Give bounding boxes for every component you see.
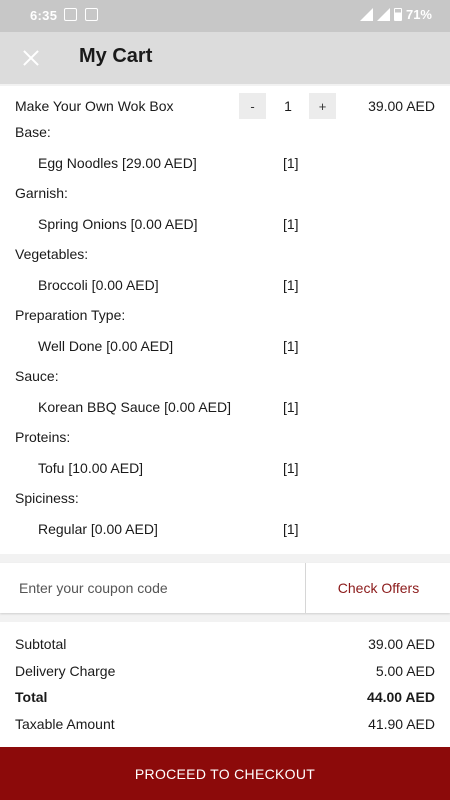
option-label: Preparation Type: [15,307,126,323]
option-label: Garnish: [15,185,68,201]
option-group-base: Base: Egg Noodles [29.00 AED] [1] [0,124,450,184]
option-label: Vegetables: [15,246,89,262]
option-group-preparation-type: Preparation Type: Well Done [0.00 AED] [… [0,307,450,367]
status-bar: 6:35 71% [0,0,450,32]
status-time: 6:35 [30,8,58,23]
option-value: Spring Onions [0.00 AED] [38,216,198,232]
taxable-value: 41.90 AED [368,716,435,732]
battery-percent: 71% [405,7,432,22]
option-qty: [1] [283,216,299,232]
option-label: Proteins: [15,429,71,445]
option-group-spiciness: Spiciness: Regular [0.00 AED] [1] [0,490,450,550]
option-qty: [1] [283,460,299,476]
page-title: My Cart [79,45,153,67]
notification-icons [64,8,98,21]
option-value: Regular [0.00 AED] [38,521,158,537]
subtotal-value: 39.00 AED [368,636,435,652]
option-label: Spiciness: [15,490,79,506]
subtotal-label: Subtotal [15,636,67,652]
total-row: Total 44.00 AED [0,689,450,709]
item-name: Make Your Own Wok Box [15,98,174,114]
option-value: Egg Noodles [29.00 AED] [38,155,197,171]
delivery-label: Delivery Charge [15,663,116,679]
increase-qty-button[interactable]: + [309,93,336,119]
signal-icon [376,8,390,21]
delivery-row: Delivery Charge 5.00 AED [0,663,450,683]
option-qty: [1] [283,277,299,293]
check-offers-button[interactable]: Check Offers [307,563,450,613]
app-bar: My Cart [0,32,450,84]
total-label: Total [15,689,48,705]
coupon-section: Check Offers [0,563,450,613]
proceed-to-checkout-button[interactable]: PROCEED TO CHECKOUT [0,747,450,800]
taxable-row: Taxable Amount 41.90 AED [0,716,450,736]
total-value: 44.00 AED [367,689,435,705]
notification-app-icon [64,8,77,21]
option-group-sauce: Sauce: Korean BBQ Sauce [0.00 AED] [1] [0,368,450,428]
item-quantity: 1 [284,98,292,114]
option-qty: [1] [283,521,299,537]
option-group-proteins: Proteins: Tofu [10.00 AED] [1] [0,429,450,489]
wifi-icon [359,8,373,21]
option-qty: [1] [283,155,299,171]
option-label: Sauce: [15,368,59,384]
cart-item-card: Make Your Own Wok Box - 1 + 39.00 AED Ba… [0,86,450,554]
item-price: 39.00 AED [368,98,435,114]
option-value: Tofu [10.00 AED] [38,460,144,476]
subtotal-row: Subtotal 39.00 AED [0,636,450,656]
option-label: Base: [15,124,51,140]
option-group-garnish: Garnish: Spring Onions [0.00 AED] [1] [0,185,450,245]
option-value: Well Done [0.00 AED] [38,338,174,354]
order-summary: Subtotal 39.00 AED Delivery Charge 5.00 … [0,622,450,750]
option-qty: [1] [283,338,299,354]
battery-icon [393,8,402,21]
status-right: 71% [359,7,432,22]
decrease-qty-button[interactable]: - [239,93,266,119]
cart-item-row: Make Your Own Wok Box - 1 + 39.00 AED [0,93,450,119]
option-value: Broccoli [0.00 AED] [38,277,159,293]
close-icon[interactable] [18,45,44,71]
image-notification-icon [85,8,98,21]
taxable-label: Taxable Amount [15,716,115,732]
coupon-input[interactable] [0,563,306,613]
option-group-vegetables: Vegetables: Broccoli [0.00 AED] [1] [0,246,450,306]
option-qty: [1] [283,399,299,415]
option-value: Korean BBQ Sauce [0.00 AED] [38,399,232,415]
delivery-value: 5.00 AED [375,663,435,679]
